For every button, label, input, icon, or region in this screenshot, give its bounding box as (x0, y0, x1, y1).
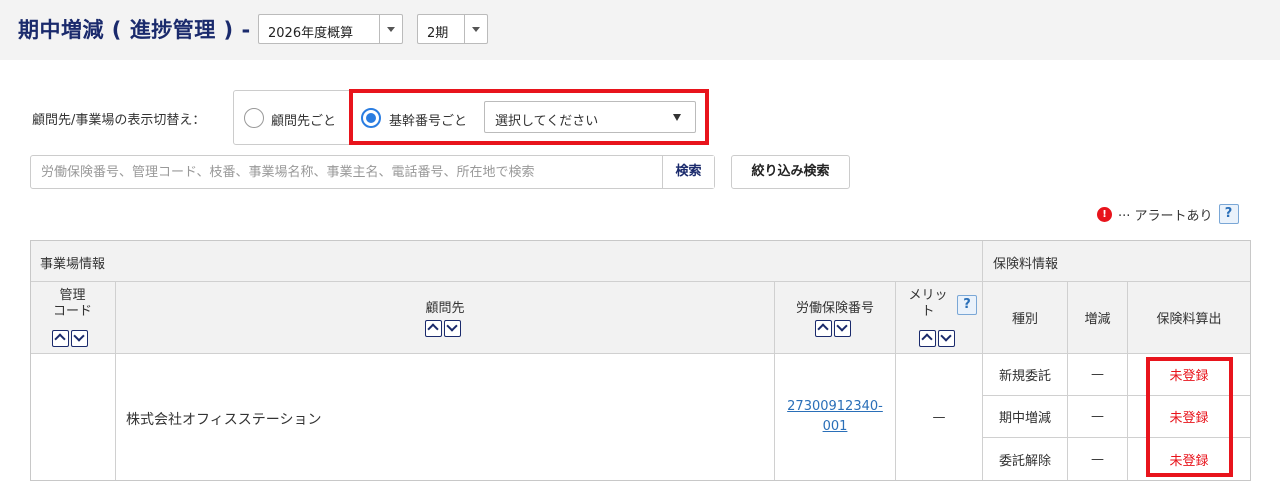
type-label: 期中増減 (998, 411, 1051, 426)
sort-asc-icon[interactable] (52, 330, 69, 347)
cell-labor-no: 27300912340-001 (775, 354, 896, 481)
alert-legend-text: ··· アラートあり (1118, 208, 1213, 224)
radio-client-label[interactable]: 顧問先ごと (271, 110, 336, 129)
group-header-business: 事業場情報 (30, 240, 983, 282)
change-value: — (1091, 409, 1104, 424)
sort-client (425, 320, 461, 337)
group-header-business-label: 事業場情報 (40, 257, 106, 272)
page-title: 期中増減 ( 進捗管理 ) - (18, 18, 251, 42)
year-select-value: 2026年度概算 (268, 26, 354, 41)
sort-merit (919, 330, 955, 347)
sort-desc-icon[interactable] (938, 330, 955, 347)
col-header-type-label: 種別 (1011, 312, 1038, 327)
col-header-type: 種別 (983, 282, 1068, 354)
progress-table: 事業場情報 保険料情報 管理 コード 顧問先 労働保険番号 メリッ ト ? 種別… (30, 240, 1251, 481)
col-header-change: 増減 (1068, 282, 1128, 354)
year-select[interactable]: 2026年度概算 (258, 14, 403, 44)
type-label: 委託解除 (998, 453, 1051, 469)
cell-calc: 未登録 (1128, 354, 1251, 396)
col-header-change-label: 増減 (1084, 312, 1111, 327)
col-header-code: 管理 コード (30, 282, 116, 354)
sort-labor-no (815, 320, 851, 337)
col-header-calc-label: 保険料算出 (1156, 312, 1222, 327)
period-select[interactable]: 2期 (417, 14, 488, 44)
col-header-client: 顧問先 (116, 282, 775, 354)
cell-type: 期中増減 (983, 396, 1068, 438)
calc-status[interactable]: 未登録 (1169, 407, 1208, 426)
help-icon[interactable]: ? (957, 295, 977, 315)
page-header: 期中増減 ( 進捗管理 ) - 2026年度概算 2期 (0, 0, 1280, 60)
cell-change: — (1068, 354, 1128, 396)
alert-icon: ! (1097, 206, 1112, 222)
cell-calc: 未登録 (1128, 438, 1251, 481)
cell-change: — (1068, 438, 1128, 481)
highlight-box (349, 89, 709, 145)
sort-asc-icon[interactable] (919, 330, 936, 347)
client-name: 株式会社オフィスステーション (126, 412, 322, 428)
sort-desc-icon[interactable] (71, 330, 88, 347)
change-value: — (1091, 367, 1104, 382)
alert-legend: ! ··· アラートあり ? (1097, 203, 1239, 225)
period-select-value: 2期 (427, 26, 449, 41)
radio-client[interactable] (244, 108, 264, 128)
cell-code (30, 354, 116, 481)
cell-change: — (1068, 396, 1128, 438)
filter-search-button[interactable]: 絞り込み検索 (731, 155, 850, 189)
sort-asc-icon[interactable] (425, 320, 442, 337)
group-header-insurance-label: 保険料情報 (993, 257, 1059, 272)
col-header-labor-no: 労働保険番号 (775, 282, 896, 354)
sort-code (52, 330, 88, 347)
cell-merit: — (896, 354, 983, 481)
search-button[interactable]: 検索 (662, 156, 714, 188)
col-header-merit-label: メリッ ト (908, 288, 948, 319)
merit-value: — (932, 409, 946, 425)
calc-status[interactable]: 未登録 (1169, 450, 1208, 469)
col-header-merit: メリッ ト ? (896, 282, 983, 354)
search-box: 検索 (30, 155, 715, 189)
change-value: — (1091, 451, 1104, 467)
cell-client: 株式会社オフィスステーション (116, 354, 775, 481)
col-header-code-label: 管理 コード (52, 288, 92, 319)
col-header-client-label: 顧問先 (425, 301, 465, 316)
cell-type: 委託解除 (983, 438, 1068, 481)
sort-desc-icon[interactable] (444, 320, 461, 337)
help-icon[interactable]: ? (1218, 204, 1239, 224)
col-header-calc: 保険料算出 (1128, 282, 1251, 354)
calc-status[interactable]: 未登録 (1169, 365, 1208, 384)
col-header-labor-no-label: 労働保険番号 (795, 301, 874, 316)
labor-no-link[interactable]: 27300912340-001 (785, 397, 885, 437)
display-toggle-label: 顧問先/事業場の表示切替え： (32, 113, 206, 128)
cell-type: 新規委託 (983, 354, 1068, 396)
sort-asc-icon[interactable] (815, 320, 832, 337)
cell-calc: 未登録 (1128, 396, 1251, 438)
search-input[interactable] (31, 156, 662, 188)
type-label: 新規委託 (998, 369, 1051, 384)
chevron-down-icon (379, 15, 402, 43)
sort-desc-icon[interactable] (834, 320, 851, 337)
group-header-insurance: 保険料情報 (983, 240, 1251, 282)
chevron-down-icon (464, 15, 487, 43)
